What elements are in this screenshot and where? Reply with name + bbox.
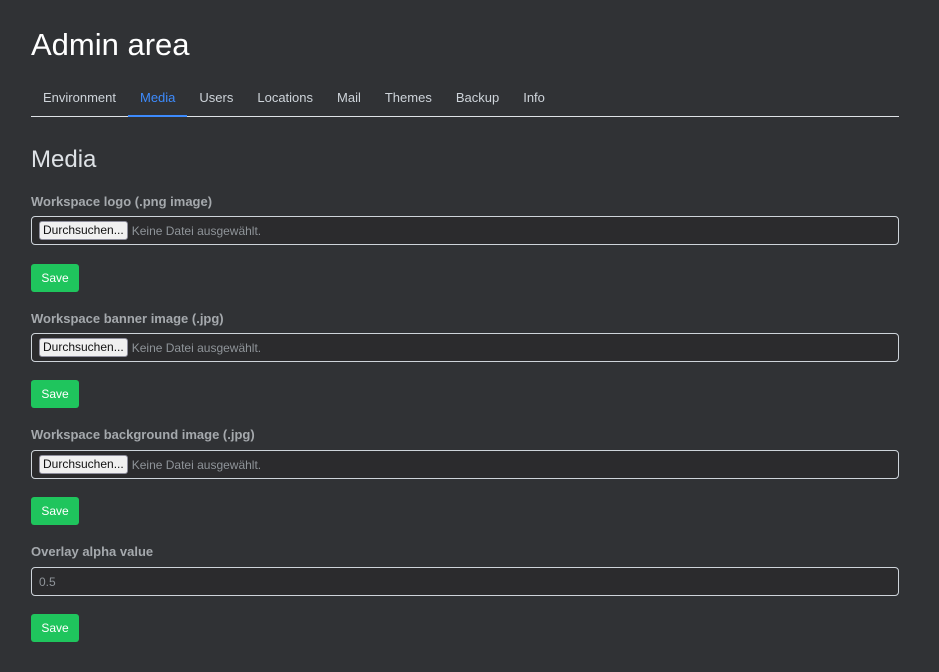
admin-page: Admin area Environment Media Users Locat… (0, 0, 939, 672)
background-file-input[interactable]: Durchsuchen... Keine Datei ausgewählt. (31, 450, 899, 479)
banner-upload-group: Workspace banner image (.jpg) (31, 311, 224, 327)
background-browse-button[interactable]: Durchsuchen... (39, 455, 128, 474)
overlay-label: Overlay alpha value (31, 544, 154, 559)
tab-mail[interactable]: Mail (325, 86, 373, 116)
banner-file-status: Keine Datei ausgewählt. (131, 340, 262, 355)
background-upload-group: Workspace background image (.jpg) (31, 427, 255, 443)
tab-backup[interactable]: Backup (444, 86, 511, 116)
tab-locations[interactable]: Locations (245, 86, 325, 116)
logo-file-input[interactable]: Durchsuchen... Keine Datei ausgewählt. (31, 216, 899, 245)
tab-themes[interactable]: Themes (373, 86, 444, 116)
banner-file-input[interactable]: Durchsuchen... Keine Datei ausgewählt. (31, 333, 899, 362)
admin-tabs: Environment Media Users Locations Mail T… (31, 86, 899, 117)
logo-file-status: Keine Datei ausgewählt. (131, 223, 262, 238)
overlay-group: Overlay alpha value (31, 544, 153, 560)
banner-save-button[interactable]: Save (31, 380, 79, 408)
section-title: Media (31, 146, 97, 173)
logo-save-button[interactable]: Save (31, 264, 79, 292)
tab-environment[interactable]: Environment (31, 86, 128, 116)
background-file-status: Keine Datei ausgewählt. (131, 457, 262, 472)
banner-label: Workspace banner image (.jpg) (31, 311, 224, 326)
page-title: Admin area (31, 27, 190, 62)
overlay-alpha-input[interactable] (31, 567, 899, 596)
logo-label: Workspace logo (.png image) (31, 194, 213, 209)
overlay-save-button[interactable]: Save (31, 614, 79, 642)
tab-media[interactable]: Media (127, 86, 188, 117)
banner-browse-button[interactable]: Durchsuchen... (39, 338, 128, 357)
background-save-button[interactable]: Save (31, 497, 79, 525)
tab-users[interactable]: Users (187, 86, 245, 116)
tab-info[interactable]: Info (511, 86, 557, 116)
background-label: Workspace background image (.jpg) (31, 427, 255, 442)
logo-upload-group: Workspace logo (.png image) (31, 194, 212, 210)
logo-browse-button[interactable]: Durchsuchen... (39, 221, 128, 240)
